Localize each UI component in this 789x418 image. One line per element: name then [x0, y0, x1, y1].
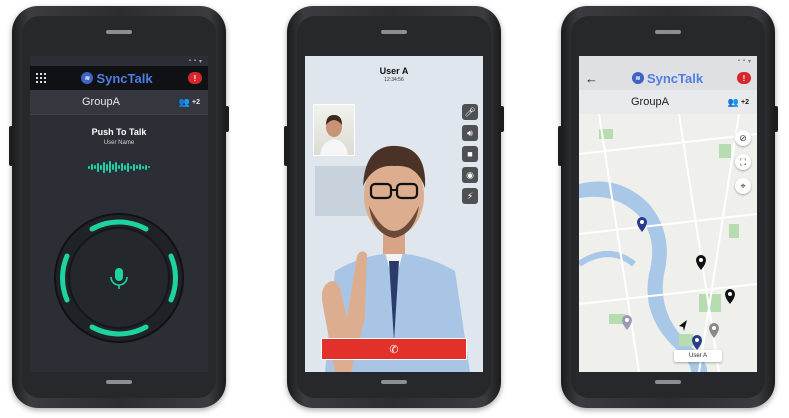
microphone-icon[interactable]: 🎤︎ [462, 104, 478, 120]
member-count: +2 [192, 98, 200, 106]
group-members-icon: 👥 [178, 96, 191, 107]
flash-icon[interactable]: ⚡︎ [462, 188, 478, 204]
apps-grid-icon[interactable] [36, 73, 46, 83]
emergency-alert-button[interactable]: ! [737, 72, 751, 84]
video-camera-icon[interactable]: ■ [462, 146, 478, 162]
ptt-screen: ▪ ▪ ▾ ≋ SyncTalk ! GroupA 👥 +2 Push To T… [30, 56, 208, 372]
signal-icon: ▪ [737, 58, 740, 64]
phone-ptt: ▪ ▪ ▾ ≋ SyncTalk ! GroupA 👥 +2 Push To T… [9, 6, 229, 408]
map-canvas [579, 114, 757, 372]
app-bar: ≋ SyncTalk ! [30, 66, 208, 90]
audio-waveform [30, 160, 208, 174]
bottom-speaker [381, 380, 407, 384]
speaker-icon[interactable]: 🔊︎ [462, 125, 478, 141]
camera-switch-icon[interactable]: ◉ [462, 167, 478, 183]
signal-icon: ▪ [188, 58, 191, 64]
self-view-person [320, 115, 348, 155]
ptt-user-name: User Name [103, 140, 135, 146]
brand-logo: ≋ SyncTalk [81, 70, 153, 86]
status-bar: ▪ ▪ ▾ [579, 56, 757, 66]
earpiece [655, 30, 681, 34]
brand-name: SyncTalk [646, 70, 704, 86]
no-tracking-icon[interactable]: ⊘ [735, 130, 751, 146]
phone-video-call: User A 12:34:56 🎤︎ 🔊︎ ■ ◉ ⚡︎ ✆ [284, 6, 504, 408]
emergency-alert-button[interactable]: ! [188, 72, 202, 84]
push-to-talk-button[interactable] [52, 211, 186, 345]
video-call-screen: User A 12:34:56 🎤︎ 🔊︎ ■ ◉ ⚡︎ ✆ [305, 56, 483, 372]
group-bar[interactable]: GroupA 👥 +2 [579, 90, 757, 115]
wifi-icon: ▪ [742, 58, 745, 64]
phone-map: ▪ ▪ ▾ ← ≋ SyncTalk ! GroupA 👥 +2 ⊘ ⛶ ⌖ U… [558, 6, 778, 408]
brand-logo: ≋ SyncTalk [631, 70, 704, 86]
group-name: GroupA [82, 96, 120, 108]
locate-icon[interactable]: ⌖ [735, 178, 751, 194]
call-controls: 🎤︎ 🔊︎ ■ ◉ ⚡︎ [462, 104, 478, 204]
wifi-icon: ▪ [193, 58, 196, 64]
caller-name: User A [379, 66, 409, 76]
ptt-title: Push To Talk [91, 127, 147, 137]
waveform-logo-icon: ≋ [81, 72, 94, 84]
bottom-speaker [106, 380, 132, 384]
end-call-button[interactable]: ✆ [321, 338, 467, 360]
group-bar[interactable]: GroupA 👥 +2 [30, 90, 208, 115]
group-members-button[interactable]: 👥 +2 [179, 97, 200, 108]
back-arrow-icon[interactable]: ← [585, 71, 598, 86]
group-members-icon: 👥 [727, 96, 740, 107]
call-timer: 12:34:56 [384, 77, 404, 83]
battery-icon: ▾ [198, 58, 202, 65]
battery-icon: ▾ [747, 58, 751, 65]
self-view-video[interactable] [313, 104, 355, 156]
marker-label: User A [674, 350, 722, 362]
map-screen: ▪ ▪ ▾ ← ≋ SyncTalk ! GroupA 👥 +2 ⊘ ⛶ ⌖ U… [579, 56, 757, 372]
waveform-logo-icon: ≋ [631, 72, 644, 84]
member-count: +2 [741, 98, 749, 106]
app-bar: ← ≋ SyncTalk ! [579, 66, 757, 90]
group-members-button[interactable]: 👥 +2 [728, 97, 749, 108]
brand-name: SyncTalk [96, 70, 153, 86]
status-bar: ▪ ▪ ▾ [30, 56, 208, 66]
map-view[interactable]: ⊘ ⛶ ⌖ User A [579, 114, 757, 372]
bottom-speaker [655, 380, 681, 384]
earpiece [106, 30, 132, 34]
fullscreen-icon[interactable]: ⛶ [735, 154, 751, 170]
group-name: GroupA [631, 96, 669, 108]
earpiece [381, 30, 407, 34]
hang-up-icon: ✆ [389, 343, 399, 356]
